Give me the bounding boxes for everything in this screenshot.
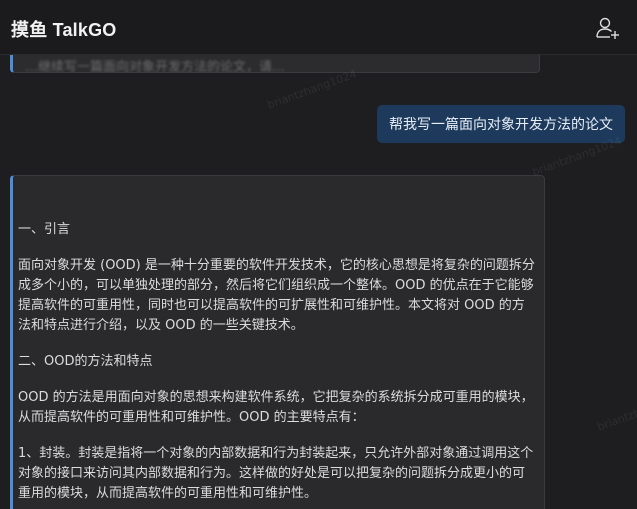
chat-area[interactable]: …继续写一篇面向对象开发方法的论文，请… 帮我写一篇面向对象开发方法的论文 一、… [0, 55, 637, 509]
assistant-paragraph: 1、封装。封装是指将一个对象的内部数据和行为封装起来，只允许外部对象通过调用这个… [18, 446, 534, 501]
app-window: 摸鱼 TalkGO …继续写一篇面向对象开发方法的论文，请… 帮我写一篇面向对象… [0, 0, 637, 509]
assistant-paragraph: 面向对象开发 (OOD) 是一种十分重要的软件开发技术，它的核心思想是将复杂的问… [18, 258, 535, 333]
assistant-message-bubble: 一、引言 面向对象开发 (OOD) 是一种十分重要的软件开发技术，它的核心思想是… [10, 175, 545, 509]
assistant-paragraph: OOD 的方法是用面向对象的思想来构建软件系统，它把复杂的系统拆分成可重用的模块… [18, 390, 534, 425]
add-user-button[interactable] [595, 15, 621, 41]
watermark: briantzhang1024 [265, 67, 359, 112]
user-message-bubble: 帮我写一篇面向对象开发方法的论文 [377, 105, 625, 143]
assistant-paragraph: 二、OOD的方法和特点 [18, 354, 153, 369]
assistant-paragraph: 一、引言 [18, 222, 71, 237]
watermark: briantzhang1024 [595, 389, 637, 434]
add-user-icon [596, 17, 619, 39]
previous-message-bubble: …继续写一篇面向对象开发方法的论文，请… [10, 55, 540, 73]
previous-message-text: …继续写一篇面向对象开发方法的论文，请… [25, 60, 286, 73]
app-title: 摸鱼 TalkGO [11, 20, 117, 40]
header-bar: 摸鱼 TalkGO [0, 0, 637, 55]
